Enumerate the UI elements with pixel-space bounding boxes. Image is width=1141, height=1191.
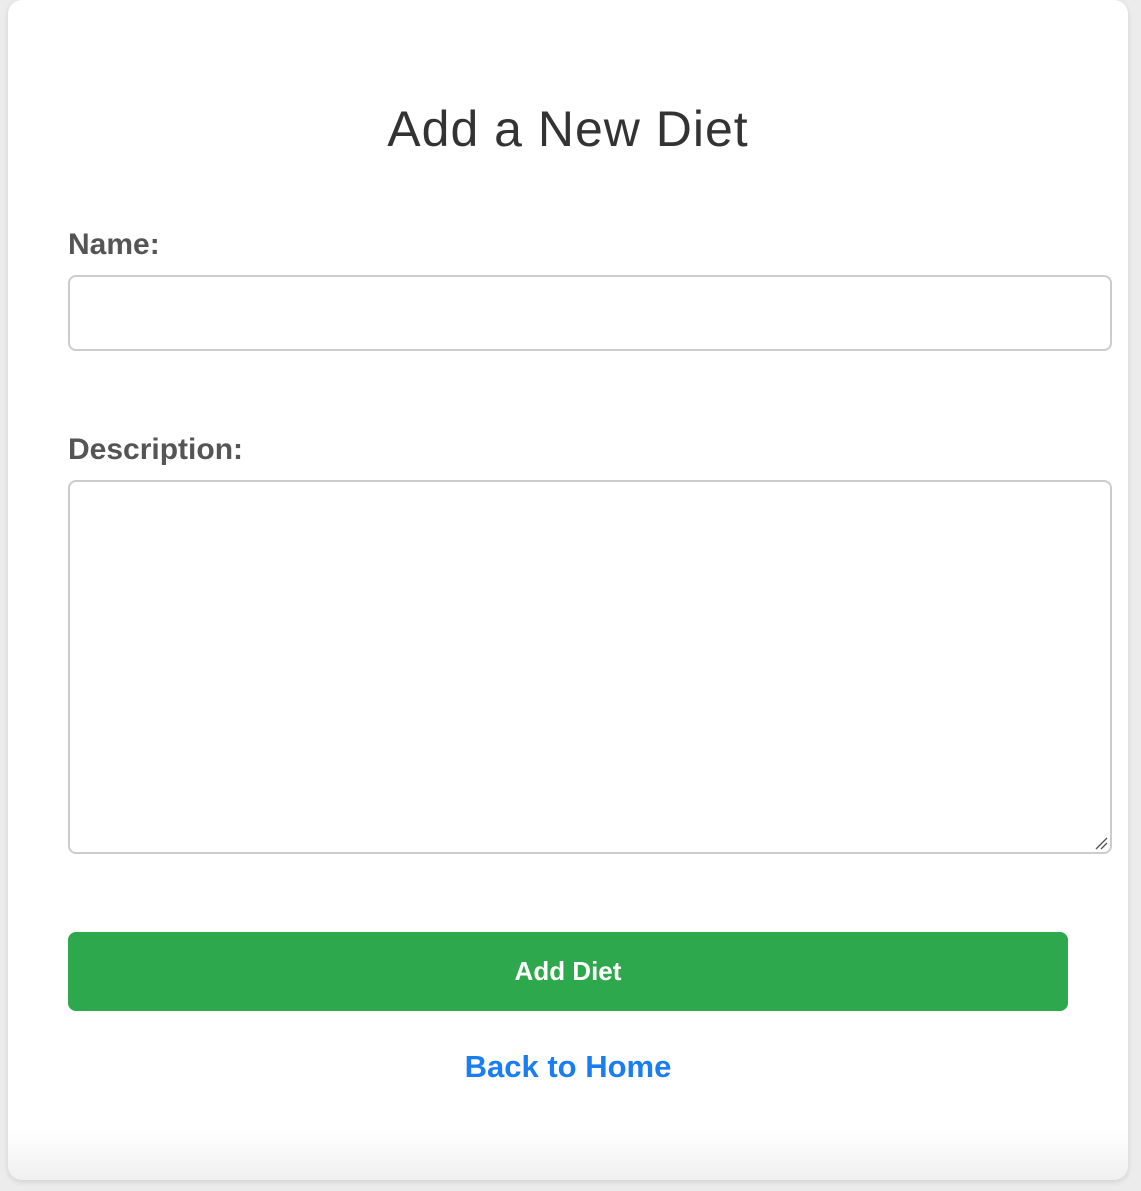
name-label: Name: bbox=[68, 228, 160, 261]
back-to-home-link[interactable]: Back to Home bbox=[8, 1049, 1128, 1085]
resize-grip-icon[interactable] bbox=[1094, 836, 1108, 850]
description-label: Description: bbox=[68, 433, 244, 466]
page-title: Add a New Diet bbox=[387, 101, 749, 157]
add-diet-button[interactable]: Add Diet bbox=[68, 932, 1068, 1011]
description-textarea[interactable] bbox=[68, 480, 1112, 854]
name-input[interactable] bbox=[68, 275, 1112, 351]
form-card: Add a New Diet Name: Description: Add Di… bbox=[8, 0, 1128, 1180]
